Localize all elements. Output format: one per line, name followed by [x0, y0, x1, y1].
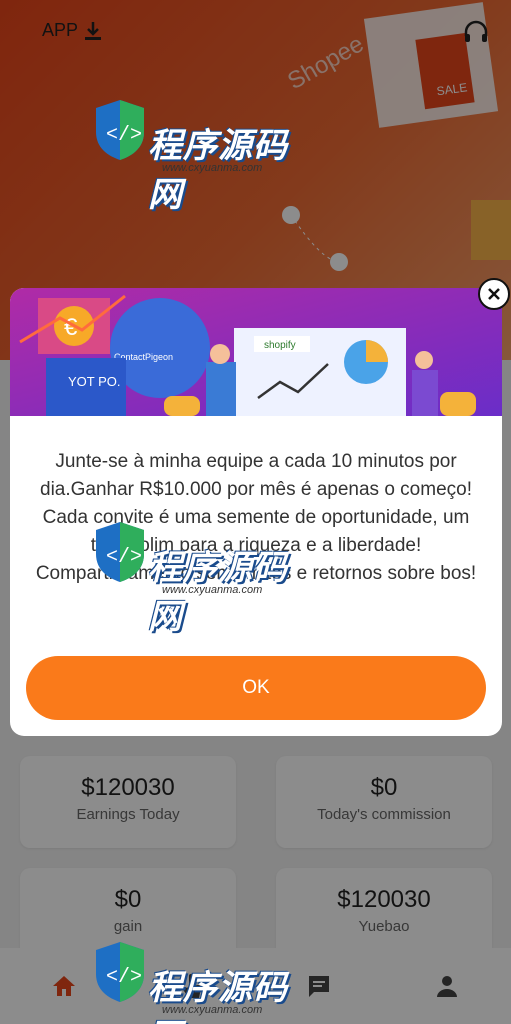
- svg-text:</>: </>: [106, 546, 142, 569]
- watermark: </> 程序源码网 www.cxyuanma.com: [92, 940, 312, 1024]
- watermark-shield-icon: </>: [96, 100, 144, 160]
- watermark: </> 程序源码网 www.cxyuanma.com: [92, 98, 312, 214]
- watermark-url: www.cxyuanma.com: [162, 1004, 263, 1016]
- yotpo-label: YOT PO.: [68, 374, 121, 389]
- watermark-shield-icon: </>: [96, 522, 144, 582]
- watermark-url: www.cxyuanma.com: [162, 162, 263, 174]
- svg-text:</>: </>: [106, 124, 142, 147]
- ok-button[interactable]: OK: [26, 656, 486, 720]
- close-icon: [488, 288, 500, 300]
- watermark-shield-icon: </>: [96, 942, 144, 1002]
- watermark-url: www.cxyuanma.com: [162, 584, 263, 596]
- svg-text:</>: </>: [106, 966, 142, 989]
- marketing-banner: € ContactPigeon YOT PO. shopify: [10, 288, 502, 416]
- close-button[interactable]: [478, 278, 510, 310]
- shopify-label: shopify: [264, 340, 296, 351]
- watermark: </> 程序源码网 www.cxyuanma.com: [92, 520, 312, 636]
- invite-modal: € ContactPigeon YOT PO. shopify Junte-se…: [10, 288, 502, 736]
